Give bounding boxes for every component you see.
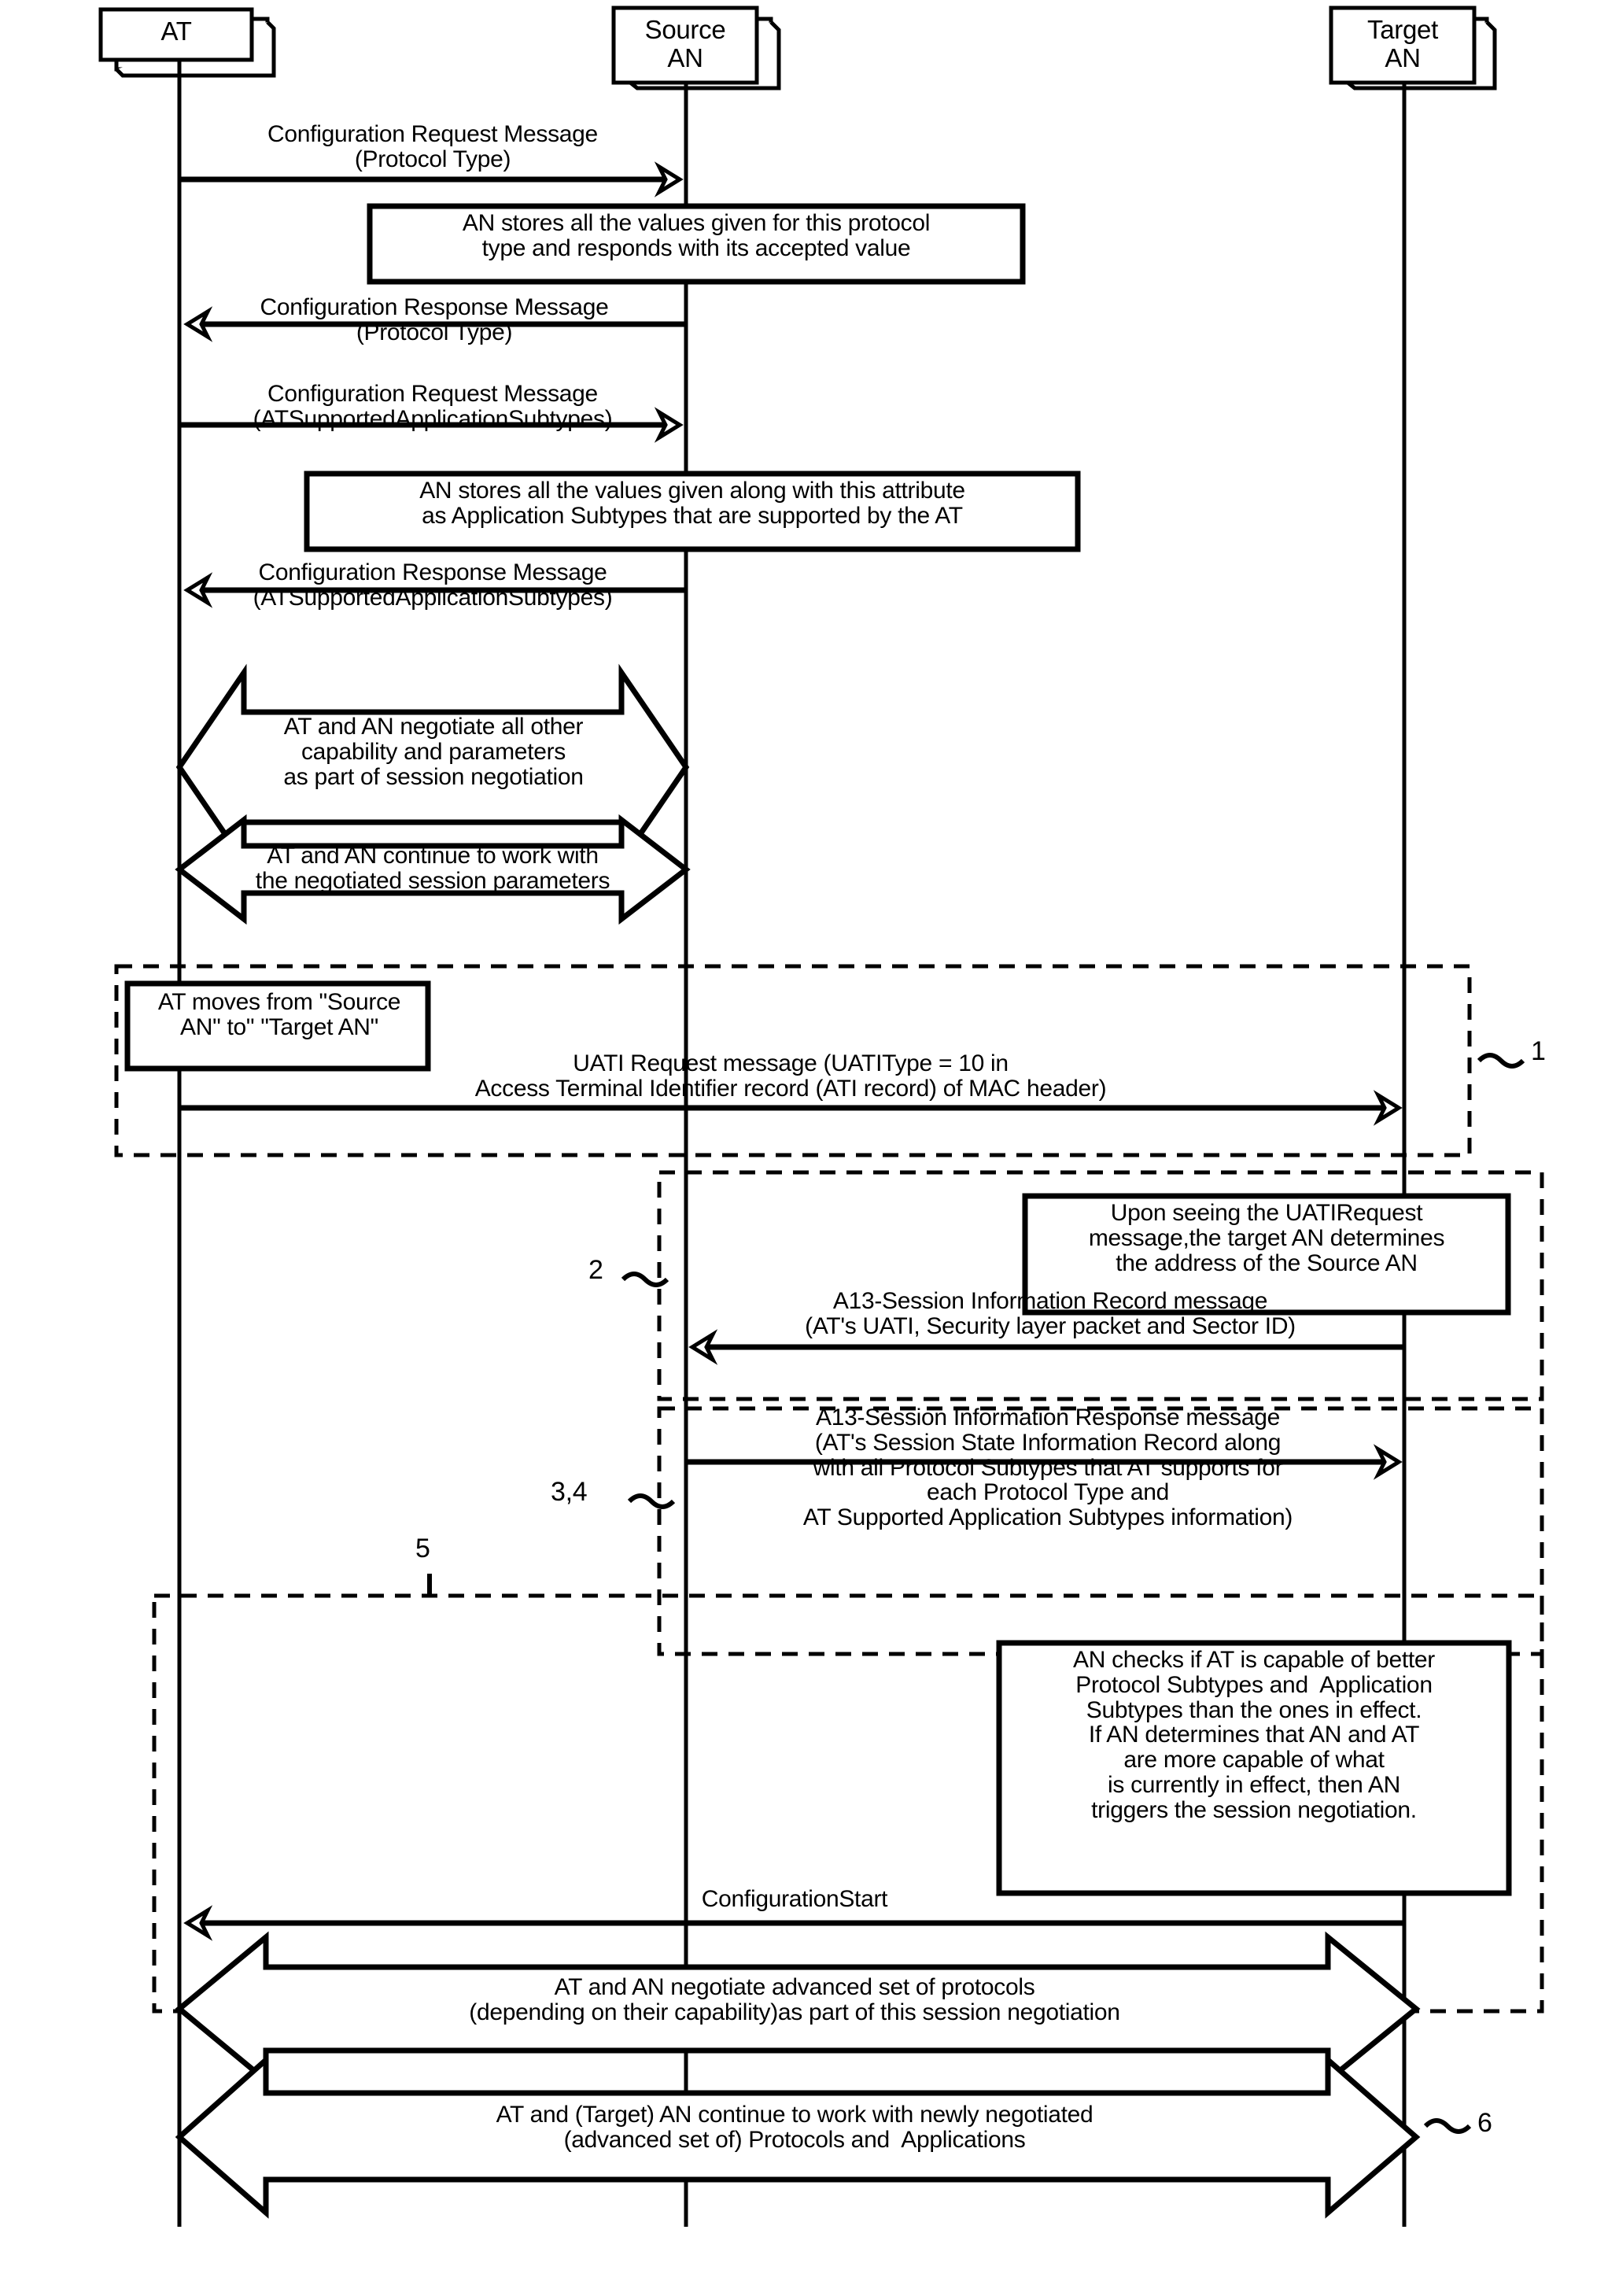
reference-number-5: 5	[415, 1534, 430, 1563]
note-label-n3: AT moves from "Source AN" to" "Target AN…	[157, 989, 401, 1040]
bidirectional-label-b4: AT and (Target) AN continue to work with…	[496, 2102, 1093, 2153]
message-label-m8: ConfigurationStart	[701, 1886, 888, 1912]
bidirectional-label-b3: AT and AN negotiate advanced set of prot…	[469, 1974, 1120, 2025]
message-label-m7: A13-Session Information Response message…	[802, 1405, 1293, 1531]
reference-number-1: 1	[1531, 1036, 1546, 1066]
reference-tilde-6	[1423, 2118, 1472, 2134]
message-label-m4: Configuration Response Message (ATSuppor…	[253, 559, 613, 611]
bidirectional-label-b2: AT and AN continue to work with the nego…	[255, 843, 610, 894]
message-label-m6: A13-Session Information Record message (…	[805, 1288, 1296, 1339]
lifeline-title-at: AT	[160, 17, 192, 46]
reference-number-2: 2	[588, 1255, 603, 1285]
message-label-m3: Configuration Request Message (ATSupport…	[253, 381, 613, 432]
reference-tilde-1	[1477, 1053, 1525, 1069]
message-label-m2: Configuration Response Message (Protocol…	[260, 294, 609, 345]
note-label-n4: Upon seeing the UATIRequest message,the …	[1088, 1200, 1445, 1276]
reference-number-34: 3,4	[551, 1477, 588, 1507]
note-label-n5: AN checks if AT is capable of better Pro…	[1073, 1647, 1435, 1823]
bidirectional-label-b1: AT and AN negotiate all other capability…	[283, 714, 584, 790]
reference-tilde-34	[627, 1493, 676, 1509]
lifeline-title-source-an: Source AN	[644, 15, 726, 73]
lifeline-title-target-an: Target AN	[1367, 15, 1438, 73]
message-label-m5: UATI Request message (UATIType = 10 in A…	[474, 1050, 1107, 1102]
reference-number-6: 6	[1477, 2108, 1492, 2138]
note-label-n2: AN stores all the values given along wit…	[419, 478, 965, 529]
message-arrow-m8	[183, 1905, 1404, 1941]
note-label-n1: AN stores all the values given for this …	[462, 210, 931, 261]
diagram-canvas: AT Source AN Target AN Configuration Req…	[0, 0, 1619, 2296]
message-label-m1: Configuration Request Message (Protocol …	[267, 121, 598, 172]
